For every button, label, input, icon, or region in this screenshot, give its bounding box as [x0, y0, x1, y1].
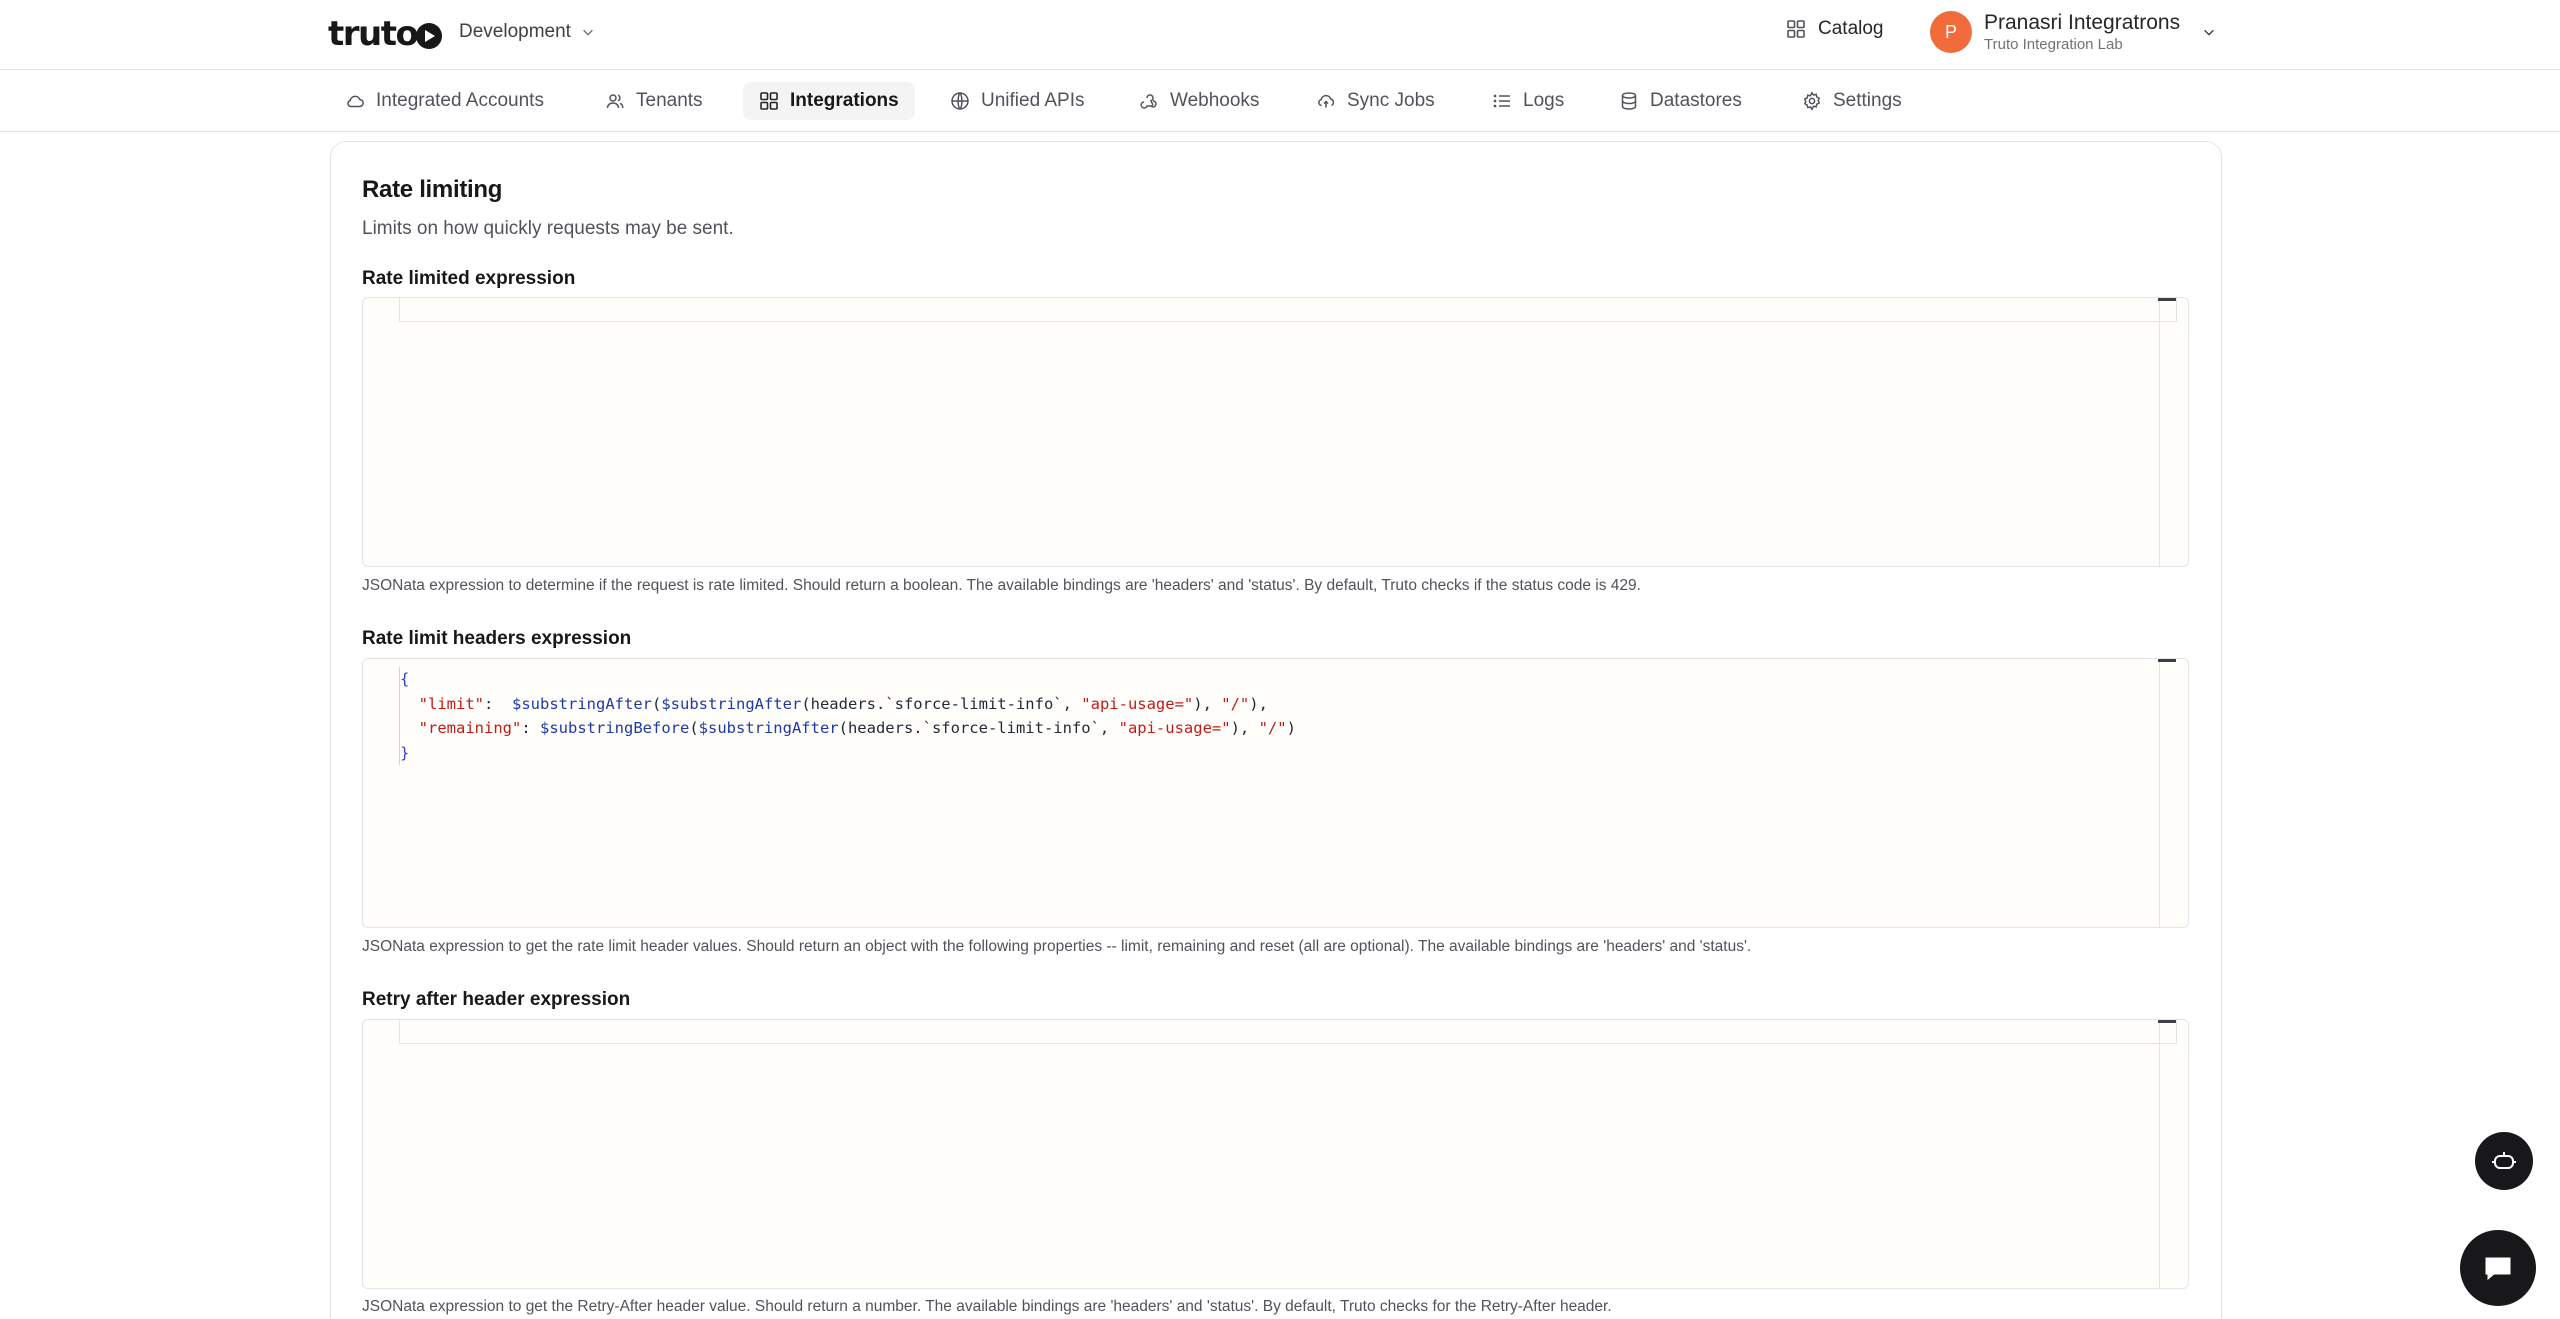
list-icon: [1493, 94, 1510, 108]
grid-icon: [1787, 20, 1805, 38]
rate-limited-expression-help: JSONata expression to determine if the r…: [362, 577, 1641, 594]
tab-label: Webhooks: [1170, 90, 1260, 111]
tab-label: Sync Jobs: [1347, 90, 1435, 111]
rate-limit-headers-expression-help: JSONata expression to get the rate limit…: [362, 938, 1752, 955]
rate-limited-expression-editor[interactable]: [362, 297, 2189, 567]
rate-limited-expression-label: Rate limited expression: [362, 268, 576, 289]
tab-label: Settings: [1833, 90, 1902, 111]
retry-after-header-expression-editor[interactable]: [362, 1019, 2189, 1289]
avatar: P: [1930, 11, 1972, 53]
user-menu[interactable]: P Pranasri Integratrons Truto Integratio…: [1930, 10, 2216, 54]
tab-settings[interactable]: Settings: [1786, 82, 1918, 120]
environment-label: Development: [459, 21, 571, 42]
top-header: truto Development Catalog P Pranasri Int…: [0, 0, 2560, 70]
retry-after-header-expression-help: JSONata expression to get the Retry-Afte…: [362, 1298, 1612, 1315]
rate-limit-headers-expression-editor[interactable]: { "limit": $substringAfter($substringAft…: [362, 658, 2189, 928]
tab-integrated-accounts[interactable]: Integrated Accounts: [329, 82, 560, 120]
tab-label: Integrated Accounts: [376, 90, 544, 111]
tab-label: Tenants: [636, 90, 703, 111]
user-org: Truto Integration Lab: [1984, 36, 2123, 53]
cloud-icon: [347, 95, 364, 108]
cloud-sync-icon: [1318, 94, 1335, 108]
editor-scrollbar[interactable]: [2159, 1020, 2160, 1288]
user-name: Pranasri Integratrons: [1984, 11, 2181, 34]
catalog-link[interactable]: Catalog: [1786, 18, 1884, 40]
logo-text: truto: [328, 14, 419, 54]
code-line: }: [399, 740, 1296, 765]
editor-scrollbar[interactable]: [2159, 298, 2160, 566]
editor-scroll-thumb[interactable]: [2158, 659, 2176, 662]
code-line: "remaining": $substringBefore($substring…: [399, 716, 1296, 741]
globe-icon: [951, 92, 969, 110]
tab-logs[interactable]: Logs: [1476, 82, 1580, 120]
tab-label: Unified APIs: [981, 90, 1085, 111]
code-line: "limit": $substringAfter($substringAfter…: [399, 691, 1296, 716]
rate-limit-headers-expression-label: Rate limit headers expression: [362, 628, 632, 649]
section-description: Limits on how quickly requests may be se…: [362, 218, 734, 239]
code-line: {: [399, 667, 1296, 692]
grid-icon: [760, 92, 778, 110]
user-info: Pranasri Integratrons Truto Integration …: [1984, 10, 2180, 54]
webhook-icon: [1140, 94, 1157, 109]
assistant-button[interactable]: [2475, 1132, 2533, 1190]
chat-button[interactable]: [2460, 1230, 2536, 1306]
tab-datastores[interactable]: Datastores: [1603, 82, 1758, 120]
main-nav: Integrated Accounts Tenants Integrations…: [0, 70, 2560, 132]
tab-sync-jobs[interactable]: Sync Jobs: [1300, 82, 1451, 120]
logo-play-icon: [416, 23, 443, 49]
catalog-label: Catalog: [1818, 18, 1884, 39]
bot-icon: [2492, 1152, 2516, 1169]
tab-label: Integrations: [790, 90, 899, 111]
editor-scroll-thumb[interactable]: [2158, 298, 2176, 301]
chevron-down-icon: [2204, 29, 2214, 36]
tab-integrations[interactable]: Integrations: [743, 82, 915, 120]
tab-tenants[interactable]: Tenants: [589, 82, 719, 120]
users-icon: [606, 94, 624, 109]
editor-active-line: [399, 1020, 2177, 1044]
gear-icon: [1803, 91, 1821, 111]
truto-logo[interactable]: truto: [328, 14, 443, 54]
tab-label: Datastores: [1650, 90, 1742, 111]
section-title: Rate limiting: [362, 176, 503, 203]
tab-unified-apis[interactable]: Unified APIs: [934, 82, 1101, 120]
retry-after-header-expression-label: Retry after header expression: [362, 989, 631, 1010]
editor-active-line: [399, 298, 2177, 322]
code-content[interactable]: { "limit": $substringAfter($substringAft…: [399, 667, 1296, 765]
environment-switcher[interactable]: Development: [459, 20, 595, 44]
tab-webhooks[interactable]: Webhooks: [1123, 82, 1275, 120]
editor-scroll-thumb[interactable]: [2158, 1020, 2176, 1023]
database-icon: [1621, 92, 1637, 110]
editor-scrollbar[interactable]: [2159, 659, 2160, 927]
chat-icon: [2485, 1257, 2511, 1281]
chevron-down-icon: [583, 29, 593, 36]
tab-label: Logs: [1523, 90, 1565, 111]
